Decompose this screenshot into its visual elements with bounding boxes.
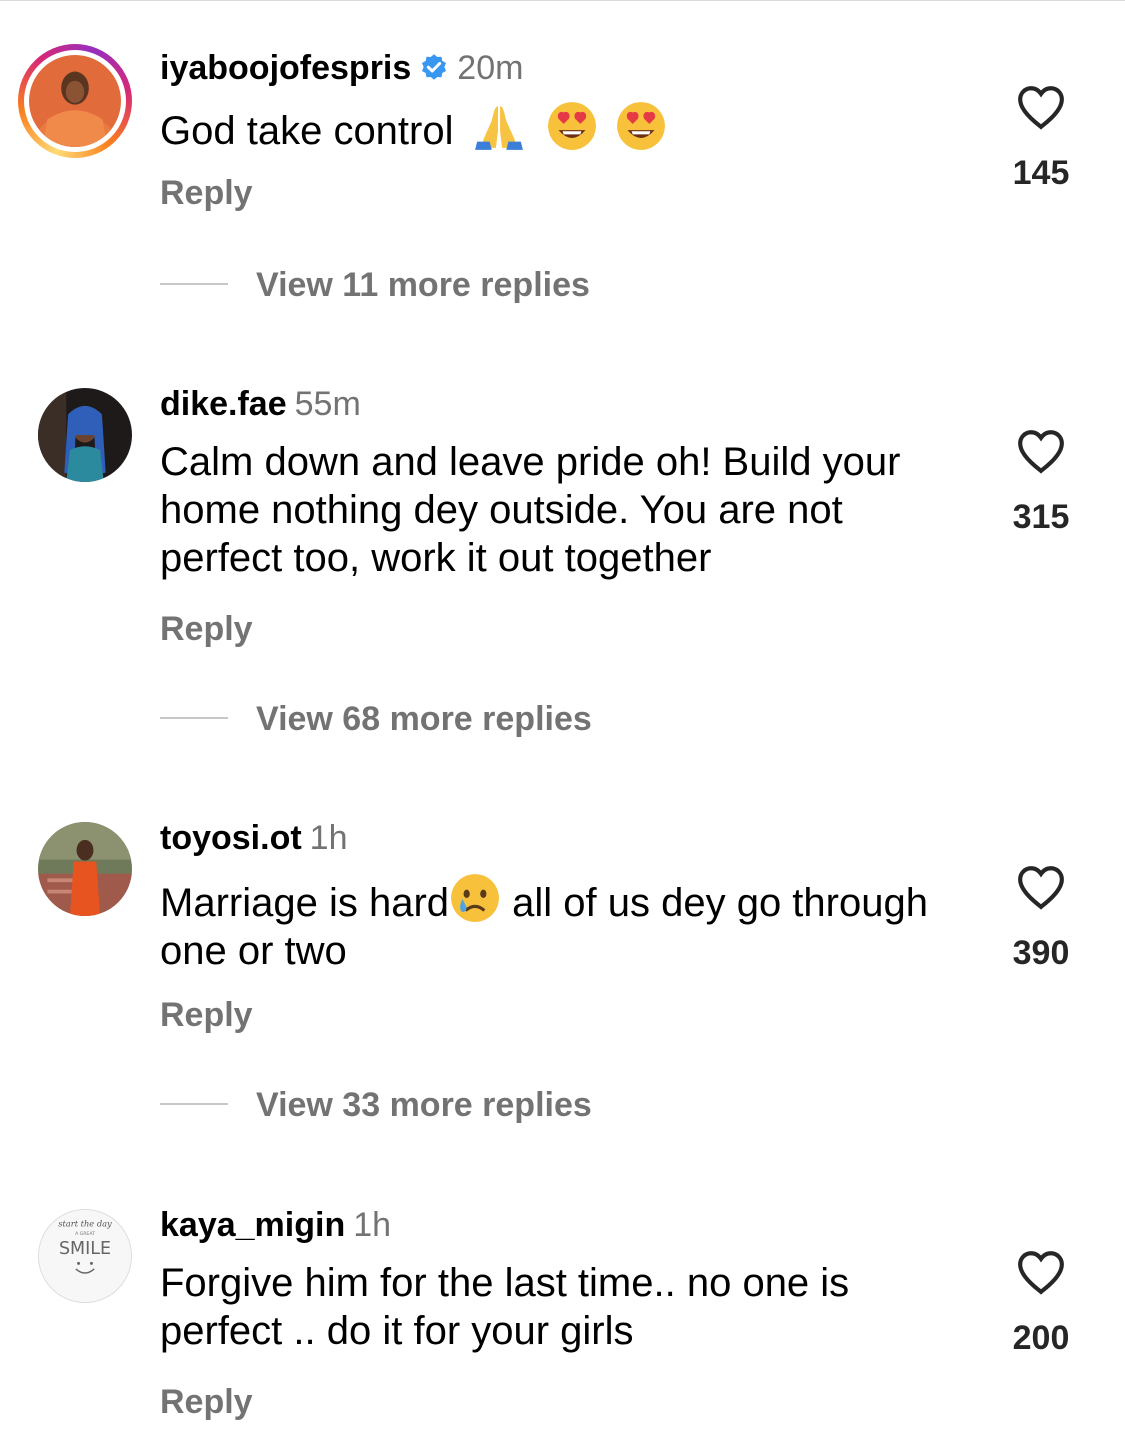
svg-text:start the day: start the day [58, 1219, 112, 1229]
username[interactable]: iyaboojofespris [160, 49, 411, 87]
heart-icon[interactable] [1016, 1249, 1066, 1295]
heart-eyes-icon [615, 100, 667, 152]
avatar[interactable] [38, 822, 132, 916]
username[interactable]: toyosi.ot [160, 819, 302, 857]
like-control: 315 [1000, 428, 1082, 537]
like-count: 145 [1012, 154, 1070, 192]
view-replies-label: View 68 more replies [256, 700, 592, 738]
username[interactable]: dike.fae [160, 385, 287, 423]
avatar[interactable] [18, 44, 132, 158]
replies-divider [160, 717, 228, 719]
replies-divider [160, 283, 228, 285]
crying-face-icon [449, 872, 501, 924]
comment-body: Marriage is hard [160, 881, 450, 925]
timestamp: 1h [309, 819, 348, 857]
comment-text: Marriage is hard all of us dey go throug… [160, 872, 960, 975]
avatar-logo-text: SMILE [59, 1239, 111, 1259]
heart-eyes-icon [546, 100, 598, 152]
reply-button[interactable]: Reply [160, 174, 253, 213]
view-replies-button[interactable]: View 68 more replies [160, 700, 592, 739]
folded-hands-icon [473, 100, 525, 152]
top-divider [0, 0, 1125, 1]
like-control: 390 [1000, 864, 1082, 973]
verified-badge-icon [422, 54, 447, 80]
reply-button[interactable]: Reply [160, 1383, 253, 1422]
avatar-photo: start the day A GREAT SMILE [39, 1210, 131, 1302]
heart-icon[interactable] [1016, 84, 1066, 130]
view-replies-button[interactable]: View 33 more replies [160, 1086, 592, 1125]
avatar-photo [38, 388, 132, 482]
svg-text:A GREAT: A GREAT [75, 1231, 95, 1237]
timestamp: 55m [294, 385, 361, 423]
avatar[interactable]: start the day A GREAT SMILE [38, 1209, 132, 1303]
comment-body: God take control [160, 109, 454, 153]
like-count: 315 [1012, 498, 1070, 536]
like-control: 145 [1000, 84, 1082, 193]
timestamp: 20m [457, 49, 524, 87]
view-replies-button[interactable]: View 11 more replies [160, 266, 590, 305]
view-replies-label: View 11 more replies [256, 266, 590, 304]
like-count: 390 [1012, 934, 1070, 972]
like-control: 200 [1000, 1249, 1082, 1358]
timestamp: 1h [353, 1206, 392, 1244]
heart-icon[interactable] [1016, 864, 1066, 910]
avatar-photo [38, 822, 132, 916]
view-replies-label: View 33 more replies [256, 1086, 592, 1124]
reply-button[interactable]: Reply [160, 610, 253, 649]
heart-icon[interactable] [1016, 428, 1066, 474]
username[interactable]: kaya_migin [160, 1206, 345, 1244]
like-count: 200 [1012, 1319, 1070, 1357]
avatar[interactable] [38, 388, 132, 482]
comment-text: God take control [160, 100, 960, 155]
reply-button[interactable]: Reply [160, 996, 253, 1035]
comment-text: Forgive him for the last time.. no one i… [160, 1261, 850, 1353]
avatar-photo [29, 55, 121, 147]
replies-divider [160, 1103, 228, 1105]
comment-text: Calm down and leave pride oh! Build your… [160, 440, 901, 580]
